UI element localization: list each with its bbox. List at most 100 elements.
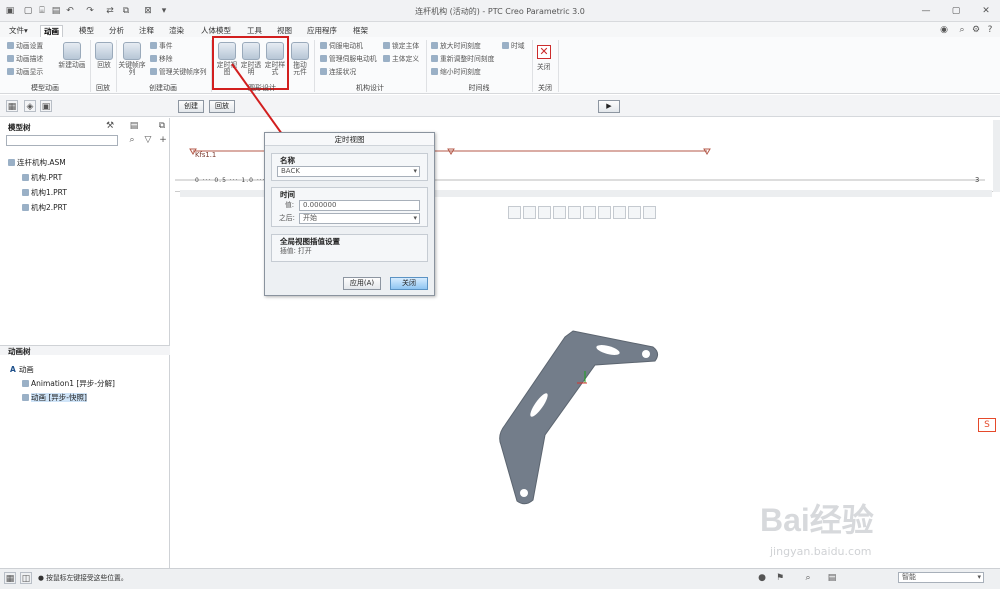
status-indicator-icon: ● bbox=[758, 573, 766, 583]
undo-icon[interactable]: ↶ bbox=[64, 5, 76, 17]
group-label-create-animation: 创建动画 bbox=[149, 84, 177, 92]
settings-tool-icon[interactable]: ⚒ bbox=[104, 120, 116, 132]
animation-description-button[interactable]: 动画描述 bbox=[7, 55, 43, 64]
tree-columns-icon[interactable]: ⧉ bbox=[156, 120, 168, 132]
redo-icon[interactable]: ↷ bbox=[84, 5, 96, 17]
folder-icon[interactable]: ▣ bbox=[40, 100, 52, 112]
customize-icon[interactable]: ▾ bbox=[158, 5, 170, 17]
view-manager-icon[interactable] bbox=[598, 206, 611, 219]
timed-view-dialog: 定时视图 名称 BACK ▾ 时间 值: 0.000000 之后: 开始 ▾ 全局视… bbox=[264, 132, 435, 296]
animation-display-button[interactable]: 动画显示 bbox=[7, 68, 43, 77]
save-icon[interactable]: ▤ bbox=[50, 5, 62, 17]
tab-applications[interactable]: 应用程序 bbox=[304, 25, 340, 37]
tab-render[interactable]: 渲染 bbox=[166, 25, 187, 37]
layer-icon[interactable]: ◈ bbox=[24, 100, 36, 112]
tab-file[interactable]: 文件▾ bbox=[6, 25, 31, 37]
flag-icon[interactable]: ⚑ bbox=[774, 572, 786, 584]
close-window-icon[interactable]: ⊠ bbox=[142, 5, 154, 17]
zoom-in-time-button[interactable]: 放大时间刻度 bbox=[431, 42, 481, 51]
model-tree-search[interactable] bbox=[6, 135, 118, 146]
search-icon[interactable]: ⌕ bbox=[956, 24, 968, 36]
find-status-icon[interactable]: ⌕ bbox=[802, 572, 814, 584]
sub-toolbar bbox=[0, 95, 1000, 117]
tree-item-part[interactable]: 机构2.PRT bbox=[22, 202, 67, 213]
lock-body-button[interactable]: 锁定主体 bbox=[383, 42, 419, 51]
show-icon[interactable]: ▤ bbox=[128, 120, 140, 132]
apply-button[interactable]: 应用(A) bbox=[343, 277, 381, 290]
spin-center-icon[interactable] bbox=[628, 206, 641, 219]
animation-settings-button[interactable]: 动画设置 bbox=[7, 42, 43, 51]
part-icon bbox=[22, 204, 29, 211]
remove-button[interactable]: 移除 bbox=[150, 55, 173, 64]
tree-item-part[interactable]: 机构1.PRT bbox=[22, 187, 67, 198]
display-style-icon[interactable] bbox=[568, 206, 581, 219]
create-button[interactable]: 创建 bbox=[178, 100, 204, 113]
snapshot-icon bbox=[22, 394, 29, 401]
tab-framework[interactable]: 框架 bbox=[350, 25, 371, 37]
regenerate-icon[interactable]: ⇄ bbox=[104, 5, 116, 17]
saved-orientation-icon[interactable] bbox=[583, 206, 596, 219]
add-icon[interactable]: + bbox=[157, 134, 169, 146]
close-animation-icon[interactable]: ✕ bbox=[537, 45, 551, 59]
manage-keyframe-sequence-button[interactable]: 管理关键帧序列 bbox=[150, 68, 207, 77]
time-domain-button[interactable]: 时域 bbox=[502, 42, 525, 51]
remove-icon bbox=[150, 55, 157, 62]
settings-icon[interactable]: ⚙ bbox=[970, 24, 982, 36]
playback-button[interactable]: 回放 bbox=[94, 42, 114, 69]
selection-filter[interactable]: 智能 ▾ bbox=[898, 572, 984, 583]
tree-root-assembly[interactable]: 连杆机构.ASM bbox=[8, 157, 66, 168]
value-label: 值: bbox=[285, 201, 295, 209]
repaint-icon[interactable] bbox=[553, 206, 566, 219]
after-select[interactable]: 开始 ▾ bbox=[299, 213, 420, 224]
new-file-icon[interactable]: ▢ bbox=[22, 5, 34, 17]
tab-analysis[interactable]: 分析 bbox=[106, 25, 127, 37]
assembly-icon bbox=[8, 159, 15, 166]
name-select[interactable]: BACK ▾ bbox=[277, 166, 420, 177]
help-icon[interactable]: ? bbox=[984, 24, 996, 36]
tab-annotate[interactable]: 注释 bbox=[136, 25, 157, 37]
servo-motor-button[interactable]: 伺服电动机 bbox=[320, 42, 363, 51]
zoom-in-icon[interactable] bbox=[523, 206, 536, 219]
show-tree-icon[interactable]: ▦ bbox=[6, 100, 18, 112]
sogou-ime-icon[interactable]: S bbox=[978, 418, 996, 432]
group-label-timeline: 时间线 bbox=[468, 84, 490, 92]
tools-icon[interactable]: ▤ bbox=[826, 572, 838, 584]
open-file-icon[interactable]: ⌸ bbox=[36, 5, 48, 17]
close-icon[interactable]: ✕ bbox=[980, 5, 992, 17]
animation-a-icon: A bbox=[10, 365, 16, 374]
animation-root[interactable]: A 动画 bbox=[10, 364, 34, 375]
refit-icon[interactable] bbox=[508, 206, 521, 219]
tree-item-part[interactable]: 机构.PRT bbox=[22, 172, 62, 183]
new-animation-button[interactable]: 新建动画 bbox=[55, 42, 89, 69]
app-icon[interactable]: ▣ bbox=[4, 5, 16, 17]
dropdown-icon: ▾ bbox=[413, 167, 417, 175]
tab-animation[interactable]: 动画 bbox=[40, 25, 63, 37]
windows-icon[interactable]: ⧉ bbox=[120, 5, 132, 17]
keyframe-label: Kfs1.1 bbox=[195, 151, 217, 159]
tree-toggle-icon[interactable]: ▦ bbox=[4, 572, 16, 584]
play-icon[interactable]: ▶ bbox=[598, 100, 620, 113]
zoom-out-time-button[interactable]: 缩小时间刻度 bbox=[431, 68, 481, 77]
filter-icon[interactable]: ▽ bbox=[142, 134, 154, 146]
help-nav-icon[interactable]: ◉ bbox=[938, 24, 950, 36]
rescale-time-button[interactable]: 重新调整时间刻度 bbox=[431, 55, 494, 64]
dropdown-icon: ▾ bbox=[413, 214, 417, 222]
lock-body-icon bbox=[383, 42, 390, 49]
tab-model[interactable]: 模型 bbox=[76, 25, 97, 37]
timeline-scrollbar[interactable] bbox=[993, 120, 1000, 192]
animation-item[interactable]: Animation1 [异步-分解] bbox=[22, 378, 115, 389]
minimize-icon[interactable]: — bbox=[920, 5, 932, 17]
datum-display-icon[interactable] bbox=[613, 206, 626, 219]
keyframe-sequence-button[interactable]: 关键帧序列 bbox=[118, 42, 146, 76]
animation-item-selected[interactable]: 动画 [异步-快照] bbox=[22, 392, 87, 403]
part-icon bbox=[22, 189, 29, 196]
annotation-display-icon[interactable] bbox=[643, 206, 656, 219]
browser-toggle-icon[interactable]: ◫ bbox=[20, 572, 32, 584]
zoom-out-icon[interactable] bbox=[538, 206, 551, 219]
close-button[interactable]: 关闭 bbox=[390, 277, 428, 290]
maximize-icon[interactable]: ▢ bbox=[950, 5, 962, 17]
value-input[interactable]: 0.000000 bbox=[299, 200, 420, 211]
close-animation-label: 关闭 bbox=[537, 63, 551, 71]
find-icon[interactable]: ⌕ bbox=[126, 134, 138, 146]
event-button[interactable]: 事件 bbox=[150, 42, 173, 51]
